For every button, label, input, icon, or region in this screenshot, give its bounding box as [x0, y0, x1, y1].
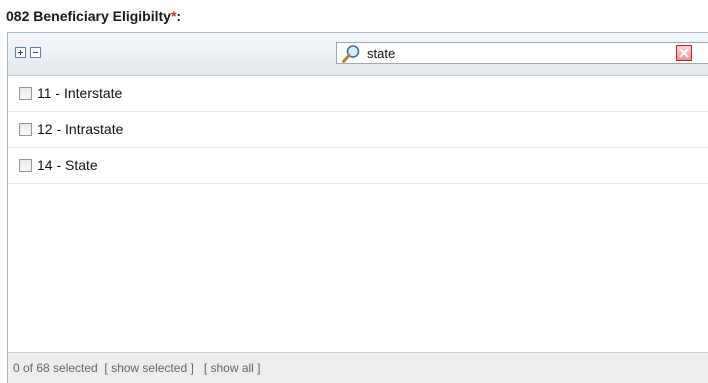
option-checkbox[interactable]	[19, 159, 32, 172]
multiselect-toolbar: state	[8, 33, 708, 76]
selection-count: 0 of 68 selected	[13, 361, 98, 375]
magnifier-icon	[342, 45, 360, 63]
option-row[interactable]: 12 - Intrastate	[8, 112, 708, 148]
option-label[interactable]: 12 - Intrastate	[37, 121, 123, 137]
search-input[interactable]: state	[367, 46, 395, 61]
options-list: 11 - Interstate 12 - Intrastate 14 - Sta…	[8, 76, 708, 352]
show-all-link[interactable]: [ show all ]	[204, 361, 261, 375]
show-selected-link[interactable]: [ show selected ]	[104, 361, 193, 375]
option-checkbox[interactable]	[19, 123, 32, 136]
clear-search-icon[interactable]	[676, 45, 692, 61]
field-label-text: 082 Beneficiary Eligibilty	[6, 8, 171, 24]
option-label[interactable]: 11 - Interstate	[37, 85, 122, 101]
collapse-all-icon[interactable]	[30, 47, 41, 58]
option-row[interactable]: 11 - Interstate	[8, 76, 708, 112]
option-checkbox[interactable]	[19, 87, 32, 100]
option-row[interactable]: 14 - State	[8, 148, 708, 184]
field-label-colon: :	[176, 8, 182, 24]
option-label[interactable]: 14 - State	[37, 157, 98, 173]
multiselect-widget: state 11 - Interstate 12 - Intrastate 14…	[7, 32, 708, 383]
field-label: 082 Beneficiary Eligibilty*:	[6, 8, 181, 24]
selection-footer: 0 of 68 selected [ show selected ] [ sho…	[8, 352, 708, 383]
expand-all-icon[interactable]	[15, 47, 26, 58]
search-box[interactable]: state	[336, 42, 708, 64]
